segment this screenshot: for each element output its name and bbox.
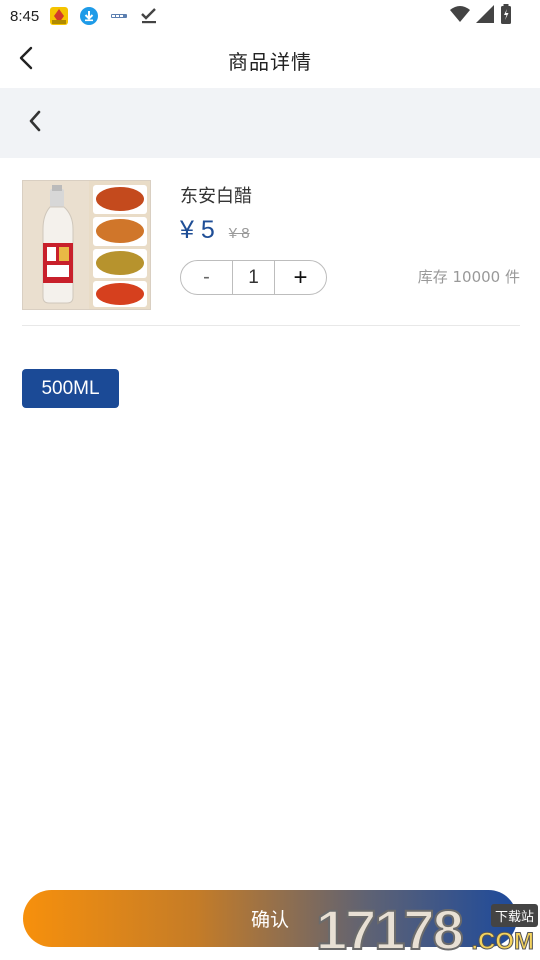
original-price: ¥ 8 — [228, 225, 250, 242]
current-price: ¥ 5 — [180, 216, 215, 244]
download-icon — [79, 6, 99, 26]
product-name: 东安白醋 — [180, 186, 252, 207]
header-back-button[interactable] — [12, 46, 40, 74]
watermark-domain: .COM — [471, 928, 535, 956]
decrease-quantity-button[interactable]: - — [181, 261, 232, 294]
status-time: 8:45 — [10, 7, 40, 25]
increase-quantity-button[interactable]: + — [275, 261, 326, 294]
site-watermark: 17178 .COM 下载站 — [315, 898, 540, 960]
wifi-icon — [450, 5, 470, 27]
signal-icon — [476, 5, 494, 27]
app-label-icon — [109, 6, 129, 26]
status-notification-icons — [49, 6, 159, 26]
sub-navigation-bar — [0, 88, 540, 158]
checkmark-icon — [139, 6, 159, 26]
quantity-stepper: - 1 + — [180, 260, 327, 295]
watermark-number: 17178 — [315, 898, 465, 960]
watermark-badge: 下载站 — [490, 904, 538, 927]
subbar-back-button[interactable] — [20, 108, 50, 138]
product-summary: 东安白醋 ¥ 5 ¥ 8 - 1 + 库存 10000 件 — [22, 180, 520, 326]
battery-icon — [500, 4, 512, 28]
product-image — [22, 180, 151, 310]
status-bar: 8:45 — [0, 0, 540, 32]
quantity-value[interactable]: 1 — [232, 261, 275, 294]
chevron-left-icon — [28, 109, 42, 137]
app-badge-icon — [49, 6, 69, 26]
top-header: 商品详情 — [0, 32, 540, 88]
chevron-left-icon — [18, 46, 34, 74]
status-system-icons — [450, 4, 530, 28]
page-title: 商品详情 — [228, 49, 312, 74]
stock-label: 库存 10000 件 — [417, 268, 520, 286]
price-row: ¥ 5 ¥ 8 — [180, 216, 250, 245]
spec-option-500ml[interactable]: 500ML — [22, 369, 119, 408]
